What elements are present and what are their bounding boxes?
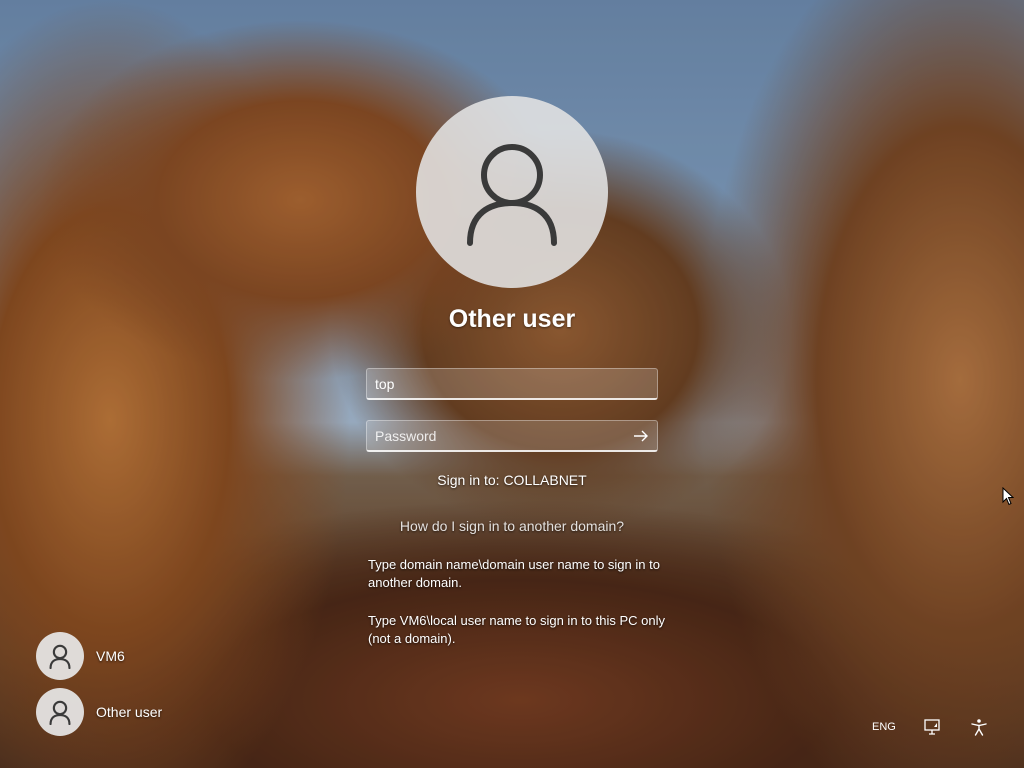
password-field-container <box>366 420 658 452</box>
user-tile-other-user[interactable]: Other user <box>36 688 216 736</box>
user-avatar-icon <box>49 644 71 669</box>
mouse-cursor <box>1002 486 1015 512</box>
arrow-right-icon <box>634 430 648 441</box>
username-input[interactable] <box>367 369 657 398</box>
network-button[interactable] <box>922 716 942 738</box>
help-text-local: Type VM6\local user name to sign in to t… <box>368 613 665 646</box>
accessibility-icon <box>971 719 987 736</box>
language-indicator[interactable]: ENG <box>872 716 896 738</box>
avatar <box>36 632 84 680</box>
user-avatar-icon <box>467 144 557 246</box>
user-avatar-icon <box>49 700 71 725</box>
help-text-domain: Type domain name\domain user name to sig… <box>368 557 660 590</box>
username-field-container <box>366 368 658 400</box>
sign-in-domain-text: Sign in to: COLLABNET <box>437 472 587 488</box>
user-avatar <box>416 96 608 288</box>
submit-button[interactable] <box>625 421 657 450</box>
user-tile-label: Other user <box>96 704 163 720</box>
user-tile-label: VM6 <box>96 648 125 664</box>
user-tile-vm6[interactable]: VM6 <box>36 632 216 680</box>
accessibility-button[interactable] <box>970 716 988 738</box>
pointer-icon <box>1002 486 1015 506</box>
network-icon <box>924 719 940 735</box>
avatar <box>36 688 84 736</box>
how-to-sign-in-link[interactable]: How do I sign in to another domain? <box>362 518 662 534</box>
user-list: VM6 Other user <box>36 632 216 744</box>
username-heading: Other user <box>448 305 576 333</box>
password-input[interactable] <box>367 421 625 450</box>
